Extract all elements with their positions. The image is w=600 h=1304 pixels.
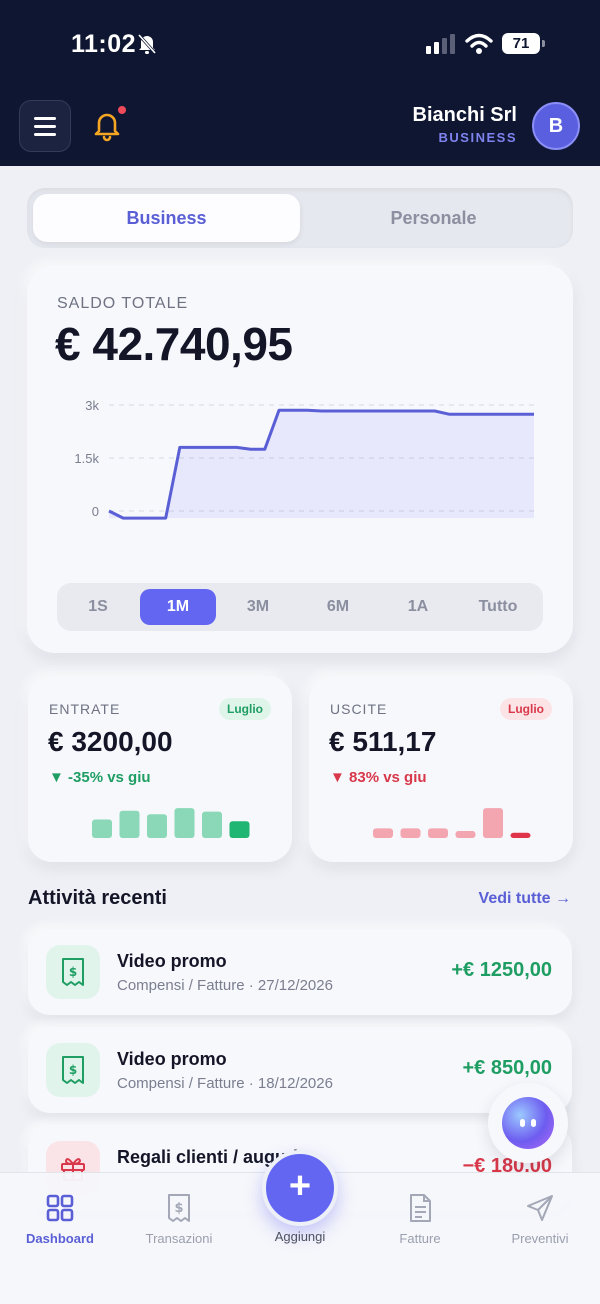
nav-invoices[interactable]: Fatture <box>365 1193 475 1246</box>
segment-personal[interactable]: Personale <box>300 194 567 242</box>
income-label: ENTRATE <box>49 701 121 717</box>
menu-button[interactable] <box>19 100 71 152</box>
company-type: BUSINESS <box>438 130 517 145</box>
avatar[interactable]: B <box>532 102 580 150</box>
nav-invoices-label: Fatture <box>399 1231 441 1246</box>
account-segment: Business Personale <box>27 188 573 248</box>
balance-amount: € 42.740,95 <box>55 318 293 370</box>
income-bars <box>92 808 250 838</box>
status-time: 11:02 <box>71 30 137 58</box>
balance-label: SALDO TOTALE <box>57 295 189 312</box>
expense-card[interactable]: USCITE Luglio € 511,17 ▼ 83% vs giu <box>309 676 573 862</box>
add-button[interactable]: + <box>262 1150 338 1226</box>
nav-transactions[interactable]: $ Transazioni <box>124 1193 234 1246</box>
income-delta: ▼ -35% vs giu <box>49 769 151 786</box>
receipt-icon: $ <box>168 1194 190 1222</box>
nav-quotes-label: Preventivi <box>511 1231 569 1246</box>
hamburger-icon <box>34 116 56 120</box>
see-all-link[interactable]: Vedi tutte → <box>479 890 571 908</box>
app-header: 11:02 71 Bianchi Srl BUSINESS B <box>0 0 600 166</box>
mini-bar <box>428 828 448 838</box>
company-name: Bianchi Srl <box>412 104 517 126</box>
range-selector: 1S 1M 3M 6M 1A Tutto <box>57 583 543 631</box>
battery-indicator: 71 <box>502 33 545 54</box>
nav-transactions-label: Transazioni <box>145 1231 213 1246</box>
mini-bar <box>92 819 112 838</box>
expense-label: USCITE <box>330 701 388 717</box>
nav-dashboard[interactable]: Dashboard <box>5 1193 115 1246</box>
plus-icon: + <box>288 1165 312 1207</box>
receipt-icon: $ <box>46 1043 100 1097</box>
range-option-1a[interactable]: 1A <box>380 589 456 625</box>
transaction-row[interactable]: $ Video promo Compensi / Fatture · 18/12… <box>28 1027 572 1113</box>
nav-dashboard-label: Dashboard <box>26 1231 94 1246</box>
income-card[interactable]: ENTRATE Luglio € 3200,00 ▼ -35% vs giu <box>28 676 292 862</box>
transaction-subtitle: Compensi / Fatture · 27/12/2026 <box>117 977 333 994</box>
notification-dot <box>118 106 126 114</box>
expense-month-badge: Luglio <box>500 698 552 720</box>
mini-bar <box>510 832 531 838</box>
signal-icon <box>426 34 455 54</box>
segment-business[interactable]: Business <box>33 194 300 242</box>
mini-bar <box>455 830 476 838</box>
balance-chart: 3k 1.5k 0 <box>74 398 534 520</box>
svg-text:$: $ <box>69 965 77 979</box>
chart-y-tick: 1.5k <box>74 451 99 466</box>
nav-quotes[interactable]: Preventivi <box>485 1193 595 1246</box>
mini-bar <box>119 810 140 838</box>
chart-area <box>109 410 534 519</box>
add-label: Aggiungi <box>274 1229 326 1244</box>
receipt-icon: $ <box>46 945 100 999</box>
assistant-bot-icon <box>502 1097 554 1149</box>
income-month-badge: Luglio <box>219 698 271 720</box>
wifi-icon <box>465 33 493 54</box>
balance-card: SALDO TOTALE € 42.740,95 3k 1.5k 0 1S 1M 3M 6… <box>27 265 573 653</box>
chart-y-tick: 3k <box>85 398 99 413</box>
chart-y-tick: 0 <box>92 504 99 519</box>
bell-icon[interactable] <box>92 110 122 142</box>
transaction-amount: +€ 1250,00 <box>451 959 552 981</box>
range-option-1m[interactable]: 1M <box>140 589 216 625</box>
mini-bar <box>174 808 195 838</box>
range-option-6m[interactable]: 6M <box>300 589 376 625</box>
expense-amount: € 511,17 <box>329 726 437 757</box>
transaction-amount: +€ 850,00 <box>462 1057 552 1079</box>
mini-bar <box>147 814 167 838</box>
transaction-row[interactable]: $ Video promo Compensi / Fatture · 27/12… <box>28 929 572 1015</box>
expense-delta: ▼ 83% vs giu <box>330 769 427 786</box>
transaction-title: Video promo <box>117 951 227 971</box>
income-amount: € 3200,00 <box>48 726 173 757</box>
assistant-button[interactable] <box>488 1083 568 1163</box>
range-option-1s[interactable]: 1S <box>60 589 136 625</box>
bell-muted-icon <box>137 34 157 54</box>
dashboard-icon <box>46 1194 74 1222</box>
transaction-subtitle: Compensi / Fatture · 18/12/2026 <box>117 1075 333 1092</box>
mini-bar <box>202 811 222 838</box>
mini-bar <box>229 821 250 838</box>
mini-bar <box>373 828 393 838</box>
mini-bar <box>400 828 421 838</box>
document-icon <box>410 1194 431 1222</box>
transaction-title: Video promo <box>117 1049 227 1069</box>
svg-text:$: $ <box>69 1063 77 1077</box>
range-option-tutto[interactable]: Tutto <box>460 589 536 625</box>
send-icon <box>527 1195 553 1221</box>
svg-text:$: $ <box>174 1201 183 1216</box>
recent-activity-title: Attività recenti <box>28 887 167 909</box>
expense-bars <box>373 808 531 838</box>
mini-bar <box>483 808 503 838</box>
range-option-3m[interactable]: 3M <box>220 589 296 625</box>
